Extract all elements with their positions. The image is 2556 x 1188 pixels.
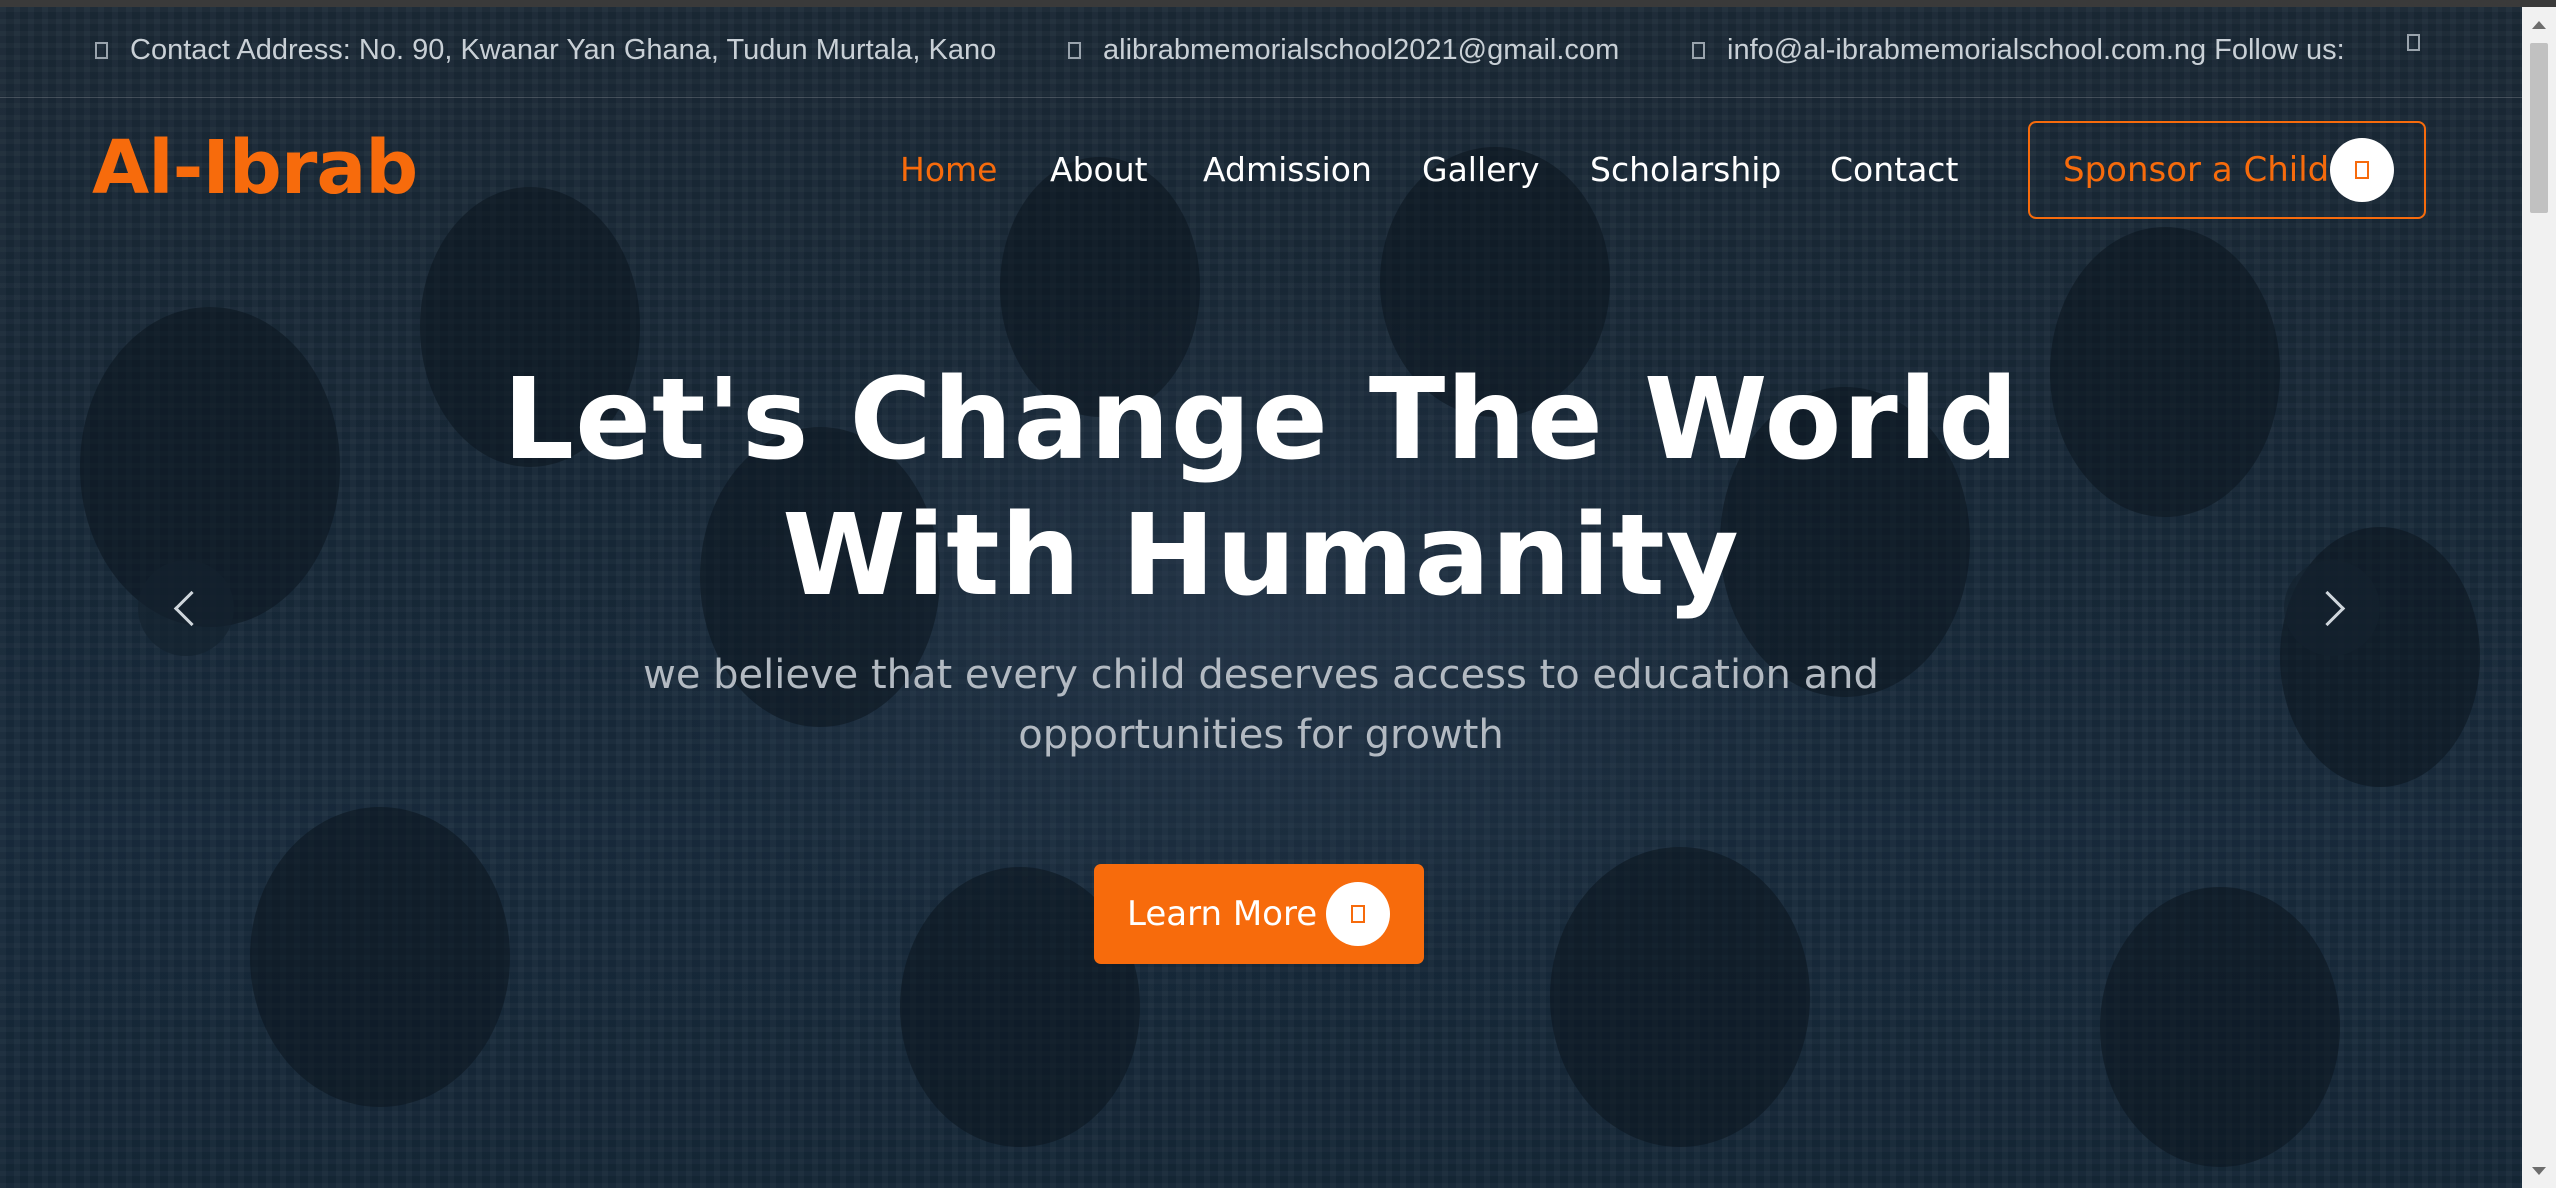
sponsor-a-child-button[interactable]: Sponsor a Child (2028, 121, 2426, 219)
nav-scholarship[interactable]: Scholarship (1590, 150, 1781, 189)
hero-subtitle-line-1: we believe that every child deserves acc… (643, 652, 1879, 698)
social-links[interactable] (2407, 34, 2420, 51)
email-secondary-info[interactable]: info@al-ibrabmemorialschool.com.ng Follo… (1692, 34, 2345, 67)
nav-admission[interactable]: Admission (1203, 150, 1372, 189)
address-info: Contact Address: No. 90, Kwanar Yan Ghan… (95, 34, 996, 67)
page-scrollbar[interactable] (2522, 7, 2556, 1188)
hero-subtitle-line-2: opportunities for growth (1018, 712, 1504, 758)
hero-subtitle: we believe that every child deserves acc… (0, 645, 2522, 765)
arrow-right-icon (2330, 138, 2394, 202)
social-icon[interactable] (2407, 34, 2420, 51)
scroll-down-icon[interactable] (2532, 1167, 2546, 1175)
nav-about[interactable]: About (1050, 150, 1148, 189)
nav-contact[interactable]: Contact (1830, 150, 1958, 189)
email-primary-info[interactable]: alibrabmemorialschool2021@gmail.com (1068, 34, 1619, 67)
email-secondary-link[interactable]: info@al-ibrabmemorialschool.com.ng (1727, 34, 2206, 67)
nav-gallery[interactable]: Gallery (1422, 150, 1540, 189)
scroll-up-icon[interactable] (2532, 21, 2546, 29)
sponsor-button-label: Sponsor a Child (2063, 150, 2330, 190)
mail-icon (1692, 42, 1705, 59)
hero-title-line-2: With Humanity (782, 491, 1740, 621)
site-logo[interactable]: Al-Ibrab (92, 125, 418, 211)
hero-title-line-1: Let's Change The World (502, 355, 2020, 485)
contact-info-bar: Contact Address: No. 90, Kwanar Yan Ghan… (0, 7, 2522, 98)
learn-more-button[interactable]: Learn More (1094, 864, 1424, 964)
hero-title: Let's Change The World With Humanity (0, 352, 2522, 624)
location-icon (95, 42, 108, 59)
follow-us-label: Follow us: (2214, 34, 2345, 66)
arrow-right-icon (1326, 882, 1390, 946)
nav-home[interactable]: Home (900, 150, 997, 189)
learn-more-label: Learn More (1127, 894, 1318, 934)
mail-icon (1068, 42, 1081, 59)
email-primary-link[interactable]: alibrabmemorialschool2021@gmail.com (1103, 34, 1619, 67)
scrollbar-thumb[interactable] (2530, 43, 2548, 213)
address-text: Contact Address: No. 90, Kwanar Yan Ghan… (130, 34, 997, 66)
browser-top-strip (0, 0, 2556, 7)
